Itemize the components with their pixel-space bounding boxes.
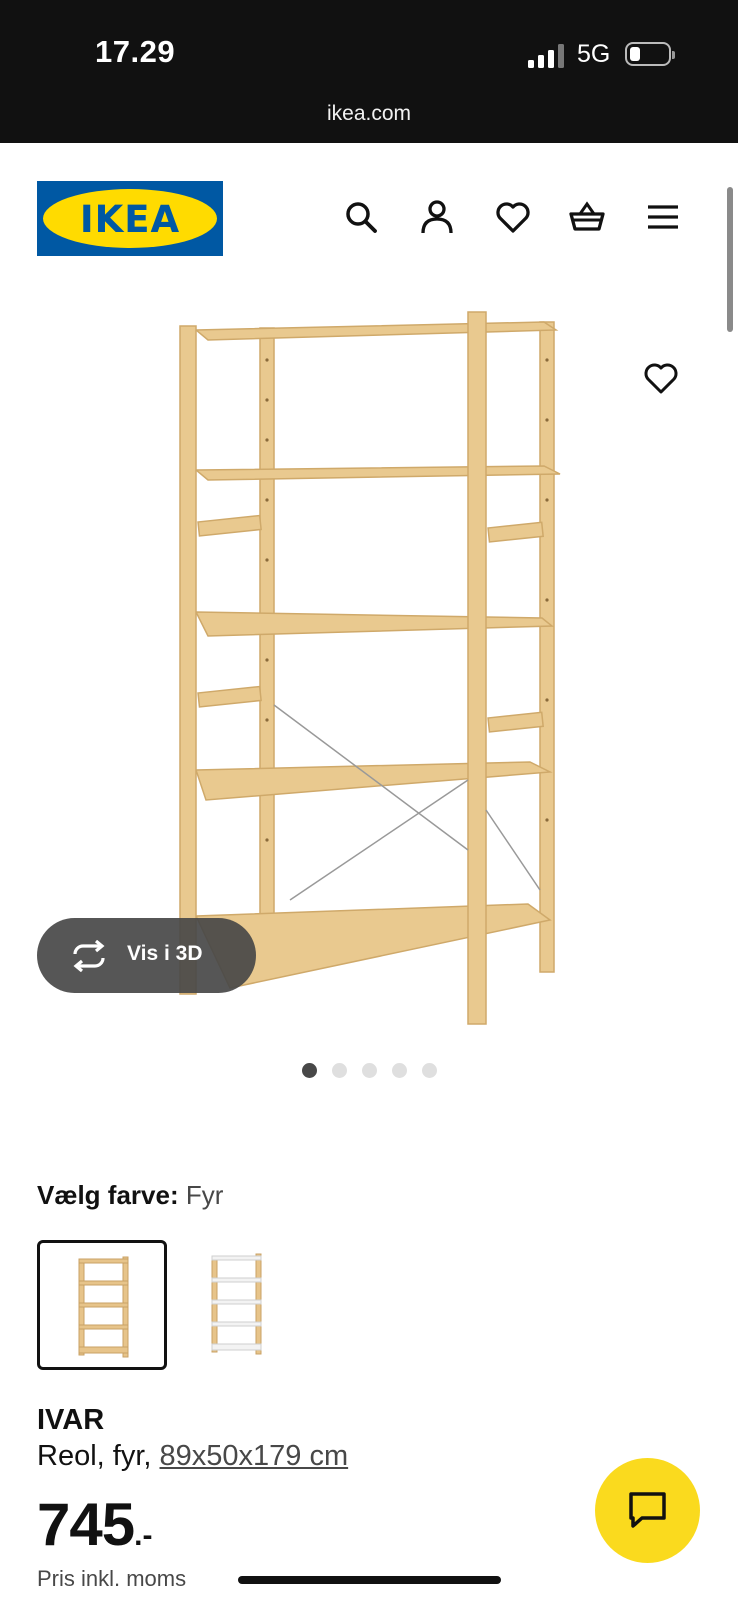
gallery-dot[interactable] xyxy=(332,1063,347,1078)
basket-icon[interactable] xyxy=(568,198,606,236)
chat-icon xyxy=(629,1492,666,1528)
address-bar-url[interactable]: ikea.com xyxy=(0,102,738,126)
ikea-logo[interactable]: IKEA xyxy=(37,181,223,256)
gallery-dot[interactable] xyxy=(422,1063,437,1078)
status-time: 17.29 xyxy=(95,34,176,69)
color-option-pine-white[interactable] xyxy=(173,1240,303,1370)
dimensions-link[interactable]: 89x50x179 cm xyxy=(160,1440,349,1472)
view-in-3d-button[interactable]: Vis i 3D xyxy=(37,918,256,993)
product-price: 745.- xyxy=(37,1490,152,1559)
product-name: IVAR xyxy=(37,1404,105,1436)
gallery-dot[interactable] xyxy=(302,1063,317,1078)
chat-button[interactable] xyxy=(595,1458,700,1563)
price-note: Pris inkl. moms xyxy=(37,1566,187,1591)
add-to-favourites-icon[interactable] xyxy=(642,360,680,396)
product-description: Reol, fyr, 89x50x179 cm xyxy=(37,1440,348,1473)
color-value: Fyr xyxy=(185,1180,224,1210)
rotate-3d-icon xyxy=(73,940,105,972)
price-suffix: .- xyxy=(134,1519,153,1552)
status-bar: 17.29 5G ikea.com xyxy=(0,0,738,143)
pine-white-shelf-thumbnail xyxy=(211,1253,262,1355)
network-type: 5G xyxy=(577,40,611,68)
view-in-3d-label: Vis i 3D xyxy=(127,942,203,965)
account-icon[interactable] xyxy=(418,198,456,236)
logo-text: IKEA xyxy=(79,198,181,241)
gallery-dot[interactable] xyxy=(392,1063,407,1078)
favourites-icon[interactable] xyxy=(494,198,532,236)
price-value: 745 xyxy=(37,1491,135,1558)
gallery-dot[interactable] xyxy=(362,1063,377,1078)
product-type: Reol, fyr, xyxy=(37,1440,160,1472)
color-label: Vælg farve: xyxy=(37,1180,179,1210)
battery-low-icon xyxy=(625,42,675,66)
page-scrollbar[interactable] xyxy=(727,187,733,332)
search-icon[interactable] xyxy=(342,198,380,236)
menu-icon[interactable] xyxy=(644,198,682,236)
signal-bars-icon xyxy=(528,44,566,68)
color-option-pine[interactable] xyxy=(37,1240,167,1370)
home-indicator[interactable] xyxy=(238,1576,501,1584)
pine-shelf-thumbnail xyxy=(78,1256,129,1358)
color-selector-label: Vælg farve: Fyr xyxy=(37,1180,223,1211)
